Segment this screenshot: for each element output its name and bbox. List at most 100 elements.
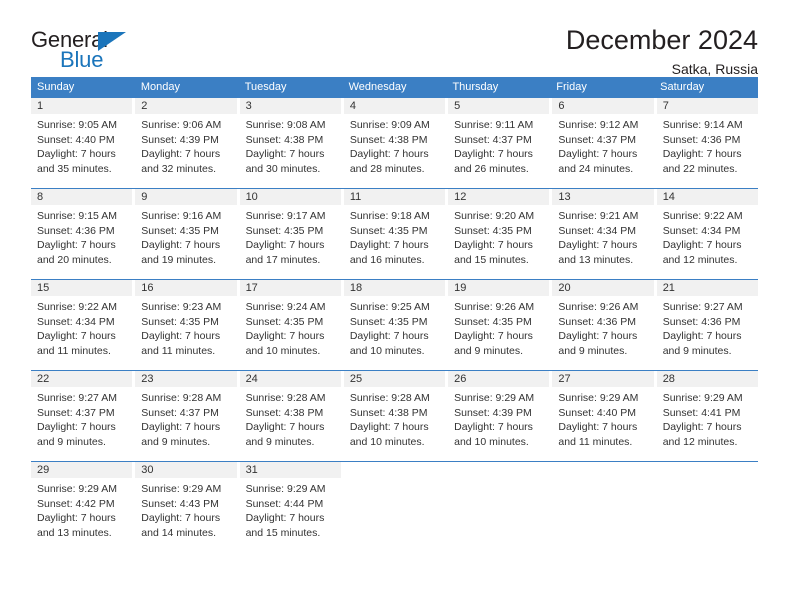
sunrise-text: Sunrise: 9:09 AM — [349, 119, 430, 131]
daylight-text-line2: and 9 minutes. — [558, 344, 628, 357]
daylight-text-line2: and 15 minutes. — [245, 526, 321, 539]
day-cell[interactable]: 2 Sunrise: 9:06 AM Sunset: 4:39 PM Dayli… — [135, 98, 237, 181]
day-cell[interactable]: 25 Sunrise: 9:28 AM Sunset: 4:38 PM Dayl… — [343, 371, 446, 454]
day-details: Sunrise: 9:06 AM Sunset: 4:39 PM Dayligh… — [135, 114, 236, 176]
day-cell[interactable]: 12 Sunrise: 9:20 AM Sunset: 4:35 PM Dayl… — [448, 189, 550, 272]
day-cell[interactable]: 8 Sunrise: 9:15 AM Sunset: 4:36 PM Dayli… — [31, 189, 133, 272]
day-details: Sunrise: 9:24 AM Sunset: 4:35 PM Dayligh… — [240, 296, 341, 358]
weekday-header-wednesday: Wednesday — [348, 81, 407, 93]
day-number: 18 — [343, 280, 446, 296]
daylight-text-line2: and 12 minutes. — [662, 253, 738, 266]
day-details: Sunrise: 9:27 AM Sunset: 4:36 PM Dayligh… — [657, 296, 758, 358]
day-cell[interactable]: 29 Sunrise: 9:29 AM Sunset: 4:42 PM Dayl… — [31, 462, 133, 545]
day-number: 24 — [239, 371, 341, 387]
day-number: 22 — [31, 371, 133, 387]
day-details: Sunrise: 9:29 AM Sunset: 4:41 PM Dayligh… — [657, 387, 758, 449]
sunrise-text: Sunrise: 9:27 AM — [662, 301, 743, 313]
day-cell[interactable]: 31 Sunrise: 9:29 AM Sunset: 4:44 PM Dayl… — [239, 462, 341, 545]
sunset-text: Sunset: 4:38 PM — [349, 406, 428, 419]
day-cell[interactable]: 30 Sunrise: 9:29 AM Sunset: 4:43 PM Dayl… — [135, 462, 237, 545]
sunrise-text: Sunrise: 9:29 AM — [454, 392, 535, 404]
sunset-text: Sunset: 4:39 PM — [141, 133, 219, 146]
daylight-text-line2: and 9 minutes. — [37, 435, 106, 448]
sunrise-text: Sunrise: 9:06 AM — [141, 119, 222, 131]
daylight-text-line1: Daylight: 7 hours — [141, 330, 221, 342]
day-cell[interactable]: 6 Sunrise: 9:12 AM Sunset: 4:37 PM Dayli… — [552, 98, 654, 181]
daylight-text-line2: and 14 minutes. — [141, 526, 216, 539]
day-number: 25 — [343, 371, 446, 387]
sunset-text: Sunset: 4:35 PM — [454, 224, 532, 237]
daylight-text-line1: Daylight: 7 hours — [558, 421, 638, 433]
day-details: Sunrise: 9:29 AM Sunset: 4:42 PM Dayligh… — [31, 478, 132, 540]
sunrise-text: Sunrise: 9:29 AM — [141, 483, 222, 495]
day-details: Sunrise: 9:21 AM Sunset: 4:34 PM Dayligh… — [552, 205, 653, 267]
day-number: 23 — [135, 371, 237, 387]
day-details: Sunrise: 9:28 AM Sunset: 4:37 PM Dayligh… — [135, 387, 236, 449]
day-cell[interactable]: 13 Sunrise: 9:21 AM Sunset: 4:34 PM Dayl… — [552, 189, 654, 272]
day-cell[interactable]: 20 Sunrise: 9:26 AM Sunset: 4:36 PM Dayl… — [552, 280, 654, 363]
day-cell[interactable]: 17 Sunrise: 9:24 AM Sunset: 4:35 PM Dayl… — [239, 280, 341, 363]
weekday-header-saturday: Saturday — [660, 81, 705, 93]
daylight-text-line1: Daylight: 7 hours — [349, 421, 429, 433]
day-cell[interactable]: 9 Sunrise: 9:16 AM Sunset: 4:35 PM Dayli… — [135, 189, 237, 272]
day-cell[interactable]: 27 Sunrise: 9:29 AM Sunset: 4:40 PM Dayl… — [552, 371, 654, 454]
daylight-text-line2: and 20 minutes. — [37, 253, 112, 266]
day-number: 21 — [656, 280, 758, 296]
title-block: December 2024 Satka, Russia — [566, 26, 758, 78]
day-number: 28 — [656, 371, 758, 387]
sunrise-text: Sunrise: 9:29 AM — [558, 392, 639, 404]
day-cell[interactable]: 4 Sunrise: 9:09 AM Sunset: 4:38 PM Dayli… — [343, 98, 446, 181]
day-cell[interactable]: 23 Sunrise: 9:28 AM Sunset: 4:37 PM Dayl… — [135, 371, 237, 454]
day-number: 1 — [31, 98, 133, 114]
sunset-text: Sunset: 4:40 PM — [558, 406, 637, 419]
daylight-text-line2: and 35 minutes. — [37, 162, 112, 175]
day-cell[interactable]: 26 Sunrise: 9:29 AM Sunset: 4:39 PM Dayl… — [448, 371, 550, 454]
day-number: 15 — [31, 280, 133, 296]
day-cell[interactable]: 28 Sunrise: 9:29 AM Sunset: 4:41 PM Dayl… — [656, 371, 758, 454]
sunset-text: Sunset: 4:41 PM — [662, 406, 741, 419]
brand-logo[interactable]: General Blue — [31, 26, 136, 74]
day-cell[interactable]: 11 Sunrise: 9:18 AM Sunset: 4:35 PM Dayl… — [343, 189, 446, 272]
day-details: Sunrise: 9:17 AM Sunset: 4:35 PM Dayligh… — [240, 205, 341, 267]
day-cell[interactable]: 5 Sunrise: 9:11 AM Sunset: 4:37 PM Dayli… — [448, 98, 550, 181]
calendar-page: General Blue December 2024 Satka, Russia… — [0, 0, 792, 612]
day-cell[interactable]: 14 Sunrise: 9:22 AM Sunset: 4:34 PM Dayl… — [656, 189, 758, 272]
daylight-text-line2: and 30 minutes. — [245, 162, 321, 175]
location-subtitle: Satka, Russia — [671, 61, 758, 78]
day-details: Sunrise: 9:18 AM Sunset: 4:35 PM Dayligh… — [344, 205, 445, 267]
day-number: 30 — [135, 462, 237, 478]
daylight-text-line1: Daylight: 7 hours — [454, 148, 533, 160]
day-number: 27 — [552, 371, 654, 387]
daylight-text-line2: and 9 minutes. — [454, 344, 524, 357]
day-cell[interactable]: 7 Sunrise: 9:14 AM Sunset: 4:36 PM Dayli… — [656, 98, 758, 181]
day-cell[interactable]: 24 Sunrise: 9:28 AM Sunset: 4:38 PM Dayl… — [239, 371, 341, 454]
daylight-text-line1: Daylight: 7 hours — [454, 421, 533, 433]
sunset-text: Sunset: 4:39 PM — [454, 406, 532, 419]
daylight-text-line1: Daylight: 7 hours — [37, 239, 116, 251]
day-cell[interactable]: 1 Sunrise: 9:05 AM Sunset: 4:40 PM Dayli… — [31, 98, 133, 181]
day-cell[interactable]: 19 Sunrise: 9:26 AM Sunset: 4:35 PM Dayl… — [448, 280, 550, 363]
sunset-text: Sunset: 4:37 PM — [454, 133, 532, 146]
day-cell[interactable]: 22 Sunrise: 9:27 AM Sunset: 4:37 PM Dayl… — [31, 371, 133, 454]
day-number: 5 — [448, 98, 550, 114]
day-details: Sunrise: 9:29 AM Sunset: 4:43 PM Dayligh… — [135, 478, 236, 540]
day-details: Sunrise: 9:05 AM Sunset: 4:40 PM Dayligh… — [31, 114, 132, 176]
day-cell[interactable]: 10 Sunrise: 9:17 AM Sunset: 4:35 PM Dayl… — [239, 189, 341, 272]
day-cell[interactable]: 18 Sunrise: 9:25 AM Sunset: 4:35 PM Dayl… — [343, 280, 446, 363]
day-cell[interactable]: 16 Sunrise: 9:23 AM Sunset: 4:35 PM Dayl… — [135, 280, 237, 363]
day-cell[interactable]: 3 Sunrise: 9:08 AM Sunset: 4:38 PM Dayli… — [239, 98, 341, 181]
day-number: 8 — [31, 189, 133, 205]
daylight-text-line2: and 11 minutes. — [558, 435, 633, 448]
day-number — [344, 462, 445, 478]
day-cell[interactable]: 21 Sunrise: 9:27 AM Sunset: 4:36 PM Dayl… — [656, 280, 758, 363]
sunset-text: Sunset: 4:43 PM — [141, 497, 219, 510]
day-cell[interactable]: 15 Sunrise: 9:22 AM Sunset: 4:34 PM Dayl… — [31, 280, 133, 363]
weekday-header-tuesday: Tuesday — [244, 81, 287, 93]
day-details: Sunrise: 9:28 AM Sunset: 4:38 PM Dayligh… — [344, 387, 445, 449]
daylight-text-line2: and 13 minutes. — [558, 253, 634, 266]
daylight-text-line2: and 12 minutes. — [662, 435, 738, 448]
sunset-text: Sunset: 4:35 PM — [245, 224, 324, 237]
daylight-text-line1: Daylight: 7 hours — [141, 512, 221, 524]
day-details: Sunrise: 9:25 AM Sunset: 4:35 PM Dayligh… — [344, 296, 445, 358]
day-details: Sunrise: 9:22 AM Sunset: 4:34 PM Dayligh… — [31, 296, 132, 358]
